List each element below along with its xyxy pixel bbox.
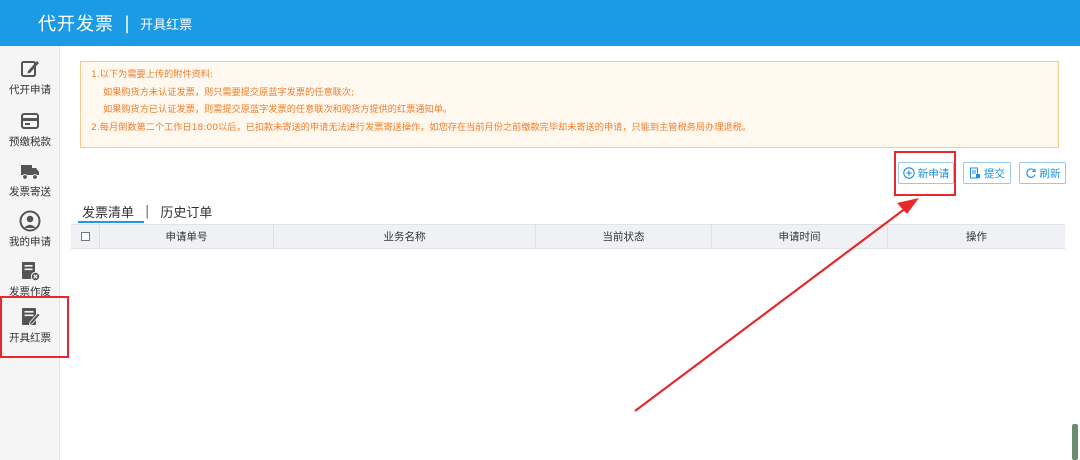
scrollbar-grip[interactable] [1072,424,1078,460]
annotation-arrow [634,198,919,412]
